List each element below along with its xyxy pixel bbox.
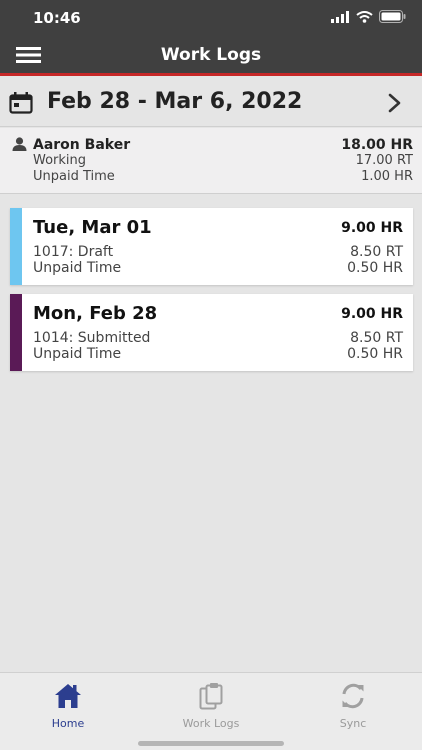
chevron-right-icon[interactable]: [388, 93, 402, 113]
date-range-label: Feb 28 - Mar 6, 2022: [47, 89, 303, 114]
status-time: 10:46: [33, 9, 81, 27]
tab-home[interactable]: Home: [23, 681, 113, 730]
unpaid-hours: 1.00 HR: [361, 169, 413, 184]
day-total-hours: 9.00 HR: [341, 306, 403, 322]
battery-icon: [379, 10, 406, 23]
home-indicator: [138, 741, 284, 746]
tab-label: Sync: [339, 717, 367, 730]
day-card[interactable]: Mon, Feb 28 9.00 HR 1014: Submitted Unpa…: [10, 294, 413, 371]
wifi-icon: [356, 10, 373, 23]
day-date: Tue, Mar 01: [33, 217, 152, 238]
calendar-icon[interactable]: [9, 92, 33, 114]
work-log-status: 1017: Draft: [33, 244, 114, 260]
home-icon: [55, 684, 81, 708]
employee-summary: Aaron Baker Working Unpaid Time 18.00 HR…: [0, 128, 422, 194]
total-hours: 18.00 HR: [341, 137, 413, 153]
clipboard-icon: [199, 683, 223, 710]
tab-bar: Home Work Logs Sync: [0, 672, 422, 750]
working-label: Working: [33, 153, 87, 168]
tab-work-logs[interactable]: Work Logs: [166, 681, 256, 730]
unpaid-label: Unpaid Time: [33, 260, 122, 276]
day-date: Mon, Feb 28: [33, 303, 158, 324]
day-total-hours: 9.00 HR: [341, 220, 403, 236]
unpaid-label: Unpaid Time: [33, 169, 115, 184]
unpaid-hours: 0.50 HR: [347, 346, 403, 362]
page-title: Work Logs: [160, 45, 262, 65]
work-log-status: 1014: Submitted: [33, 330, 151, 346]
tab-sync[interactable]: Sync: [308, 681, 398, 730]
tab-label: Work Logs: [182, 717, 240, 730]
unpaid-label: Unpaid Time: [33, 346, 122, 362]
employee-name: Aaron Baker: [33, 137, 131, 153]
status-icons: [331, 10, 406, 23]
unpaid-hours: 0.50 HR: [347, 260, 403, 276]
day-card[interactable]: Tue, Mar 01 9.00 HR 1017: Draft Unpaid T…: [10, 208, 413, 285]
regular-hours: 8.50 RT: [350, 330, 403, 346]
working-hours: 17.00 RT: [355, 153, 413, 168]
nav-bar: Work Logs: [0, 36, 422, 76]
tab-label: Home: [51, 717, 85, 730]
person-icon: [12, 137, 27, 151]
signal-icon: [331, 10, 349, 23]
regular-hours: 8.50 RT: [350, 244, 403, 260]
date-range-row: Feb 28 - Mar 6, 2022: [0, 79, 422, 127]
sync-icon: [342, 683, 364, 709]
status-bar: 10:46: [0, 0, 422, 36]
